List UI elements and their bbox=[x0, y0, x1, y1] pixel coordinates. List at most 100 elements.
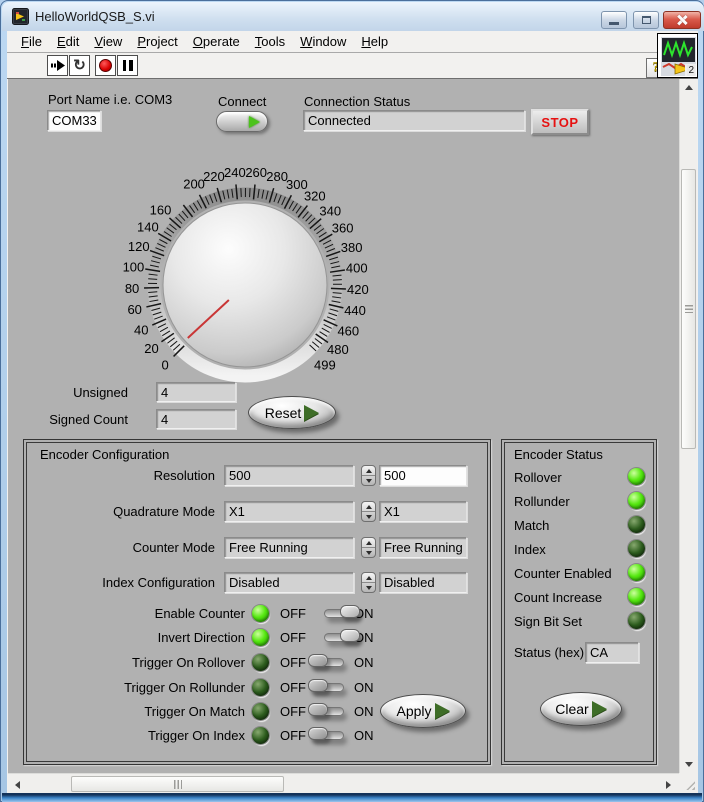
spinner-down-icon bbox=[366, 515, 372, 519]
menu-item-tools[interactable]: Tools bbox=[248, 32, 293, 51]
close-button[interactable] bbox=[663, 11, 701, 29]
svg-text:60: 60 bbox=[127, 302, 141, 317]
toggle-switch[interactable] bbox=[310, 679, 366, 695]
svg-text:260: 260 bbox=[245, 165, 267, 180]
run-button[interactable] bbox=[47, 55, 68, 76]
switch-knob[interactable] bbox=[340, 605, 360, 618]
stop-button-label: STOP bbox=[541, 115, 578, 130]
status-hex-field: CA bbox=[585, 642, 639, 663]
spinner-up-icon bbox=[366, 576, 372, 580]
reset-button[interactable]: Reset bbox=[248, 396, 336, 429]
spinner-control[interactable] bbox=[361, 501, 376, 522]
port-name-input[interactable] bbox=[47, 110, 101, 131]
horizontal-scroll-thumb[interactable] bbox=[71, 776, 284, 792]
resize-grip[interactable] bbox=[679, 773, 698, 793]
config-control-field[interactable]: Disabled bbox=[379, 572, 467, 593]
svg-text:280: 280 bbox=[266, 169, 288, 184]
toggle-led-indicator bbox=[252, 727, 269, 744]
switch-knob[interactable] bbox=[308, 654, 328, 667]
spinner-control[interactable] bbox=[361, 572, 376, 593]
vertical-scrollbar[interactable] bbox=[679, 79, 697, 773]
svg-text:40: 40 bbox=[134, 322, 148, 337]
toggle-switch[interactable] bbox=[310, 654, 366, 670]
pause-button[interactable] bbox=[117, 55, 138, 76]
config-row: Index ConfigurationDisabledDisabled bbox=[24, 572, 490, 593]
spinner-down-icon bbox=[366, 586, 372, 590]
switch-knob[interactable] bbox=[308, 727, 328, 740]
menu-item-help[interactable]: Help bbox=[354, 32, 396, 51]
switch-knob[interactable] bbox=[340, 629, 360, 642]
abort-button[interactable] bbox=[95, 55, 116, 76]
horizontal-scrollbar[interactable] bbox=[8, 773, 679, 793]
spinner-control[interactable] bbox=[361, 465, 376, 486]
window-bottom-border bbox=[2, 793, 702, 802]
minimize-button[interactable] bbox=[601, 11, 627, 29]
vertical-scroll-thumb[interactable] bbox=[681, 169, 696, 449]
menu-item-project[interactable]: Project bbox=[130, 32, 185, 51]
config-control-field[interactable]: 500 bbox=[379, 465, 467, 486]
config-row-label: Counter Mode bbox=[133, 540, 215, 555]
status-led-label: Sign Bit Set bbox=[514, 614, 582, 629]
status-led-indicator bbox=[628, 540, 645, 557]
scroll-left-icon bbox=[15, 781, 20, 789]
menu-item-file[interactable]: File bbox=[14, 32, 50, 51]
status-led-row: Rollunder bbox=[502, 492, 656, 512]
toggle-row: Invert DirectionOFFON bbox=[24, 628, 490, 648]
reset-button-label: Reset bbox=[265, 405, 302, 421]
dial-knob[interactable] bbox=[163, 203, 327, 367]
spinner-down-icon bbox=[366, 479, 372, 483]
toggle-off-label: OFF bbox=[280, 704, 306, 719]
scroll-up-button[interactable] bbox=[680, 79, 698, 96]
menu-item-view[interactable]: View bbox=[87, 32, 130, 51]
dial: 0204060801001201401602002202402602803003… bbox=[115, 159, 379, 397]
scroll-left-button[interactable] bbox=[9, 776, 26, 793]
encoder-config-panel: Encoder Configuration Apply Resolution50… bbox=[23, 439, 491, 765]
toggle-switch[interactable] bbox=[310, 703, 366, 719]
switch-knob[interactable] bbox=[308, 679, 328, 692]
vi-icon-badge: 2 bbox=[687, 65, 695, 76]
svg-text:420: 420 bbox=[347, 282, 369, 297]
menu-item-window[interactable]: Window bbox=[293, 32, 354, 51]
menu-bar: FileEditViewProjectOperateToolsWindowHel… bbox=[7, 31, 698, 53]
status-led-row: Count Increase bbox=[502, 588, 656, 608]
maximize-icon bbox=[642, 16, 651, 24]
run-continuously-button[interactable]: ↻ bbox=[69, 55, 90, 76]
stop-button[interactable]: STOP bbox=[531, 109, 589, 135]
labview-app-icon bbox=[12, 8, 29, 25]
toggle-switch[interactable] bbox=[310, 629, 366, 645]
switch-knob[interactable] bbox=[308, 703, 328, 716]
svg-text:200: 200 bbox=[183, 177, 205, 192]
svg-text:499: 499 bbox=[314, 357, 336, 372]
window-title: HelloWorldQSB_S.vi bbox=[35, 9, 155, 24]
config-row-label: Quadrature Mode bbox=[113, 504, 215, 519]
status-led-row: Counter Enabled bbox=[502, 564, 656, 584]
clear-button[interactable]: Clear bbox=[540, 692, 622, 726]
reset-arrow-icon bbox=[304, 405, 319, 421]
encoder-status-panel: Encoder Status Status (hex) CA Clear Rol… bbox=[501, 439, 657, 765]
config-control-field[interactable]: X1 bbox=[379, 501, 467, 522]
toggle-switch[interactable] bbox=[310, 605, 366, 621]
maximize-button[interactable] bbox=[633, 11, 659, 29]
clear-arrow-icon bbox=[592, 701, 607, 717]
vi-icon-pane[interactable]: 2 bbox=[657, 33, 698, 78]
spinner-up-icon bbox=[366, 469, 372, 473]
config-control-field[interactable]: Free Running bbox=[379, 537, 467, 558]
spinner-control[interactable] bbox=[361, 537, 376, 558]
scroll-right-button[interactable] bbox=[660, 776, 677, 793]
svg-text:480: 480 bbox=[327, 342, 349, 357]
status-led-label: Rollunder bbox=[514, 494, 570, 509]
spinner-up-icon bbox=[366, 505, 372, 509]
toggle-label: Enable Counter bbox=[155, 606, 245, 621]
menu-item-edit[interactable]: Edit bbox=[50, 32, 87, 51]
scroll-down-button[interactable] bbox=[680, 756, 698, 773]
minimize-icon bbox=[609, 22, 619, 25]
toggle-switch[interactable] bbox=[310, 727, 366, 743]
status-led-indicator bbox=[628, 612, 645, 629]
connect-button[interactable] bbox=[216, 111, 268, 132]
svg-text:100: 100 bbox=[123, 260, 145, 275]
toggle-label: Trigger On Rollover bbox=[132, 655, 245, 670]
menu-item-operate[interactable]: Operate bbox=[186, 32, 248, 51]
toggle-row: Trigger On IndexOFFON bbox=[24, 726, 490, 746]
svg-text:380: 380 bbox=[341, 240, 363, 255]
status-led-indicator bbox=[628, 468, 645, 485]
